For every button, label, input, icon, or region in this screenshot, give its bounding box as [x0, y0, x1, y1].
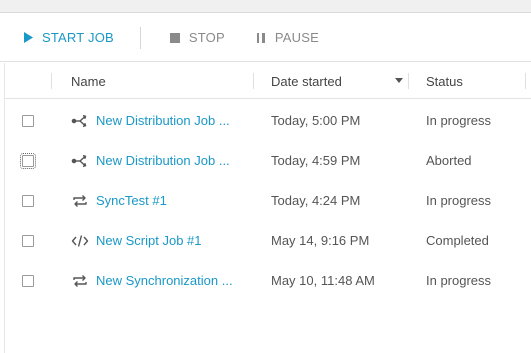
row-checkbox[interactable] [22, 115, 34, 127]
stop-icon [169, 32, 181, 44]
table-row[interactable]: New Distribution Job ... Today, 5:00 PM … [5, 101, 531, 141]
column-header-date-started[interactable]: Date started [271, 63, 405, 99]
start-job-button[interactable]: START JOB [0, 14, 140, 61]
job-toolbar: START JOB STOP PAUSE [0, 14, 531, 62]
table-row[interactable]: SyncTest #1 Today, 4:24 PM In progress [5, 181, 531, 221]
job-name-link[interactable]: New Synchronization ... [96, 261, 246, 301]
distribution-icon [71, 153, 89, 169]
pause-label: PAUSE [274, 30, 319, 45]
stop-button[interactable]: STOP [141, 14, 255, 61]
column-separator [51, 73, 52, 89]
play-icon [22, 32, 34, 44]
job-status: Aborted [426, 153, 472, 168]
job-status: In progress [426, 273, 492, 288]
column-separator [525, 73, 526, 89]
script-icon [71, 233, 89, 249]
pause-button[interactable]: PAUSE [255, 14, 319, 61]
column-header-name[interactable]: Name [71, 63, 106, 99]
table-row[interactable]: New Synchronization ... May 10, 11:48 AM… [5, 261, 531, 301]
column-header-date-label: Date started [271, 73, 342, 89]
column-separator [253, 73, 254, 89]
column-header-status[interactable]: Status [426, 63, 463, 99]
job-date-started: Today, 5:00 PM [271, 113, 361, 128]
jobs-table-body: New Distribution Job ... Today, 5:00 PM … [5, 101, 531, 301]
row-checkbox[interactable] [22, 195, 34, 207]
table-row[interactable]: New Script Job #1 May 14, 9:16 PM Comple… [5, 221, 531, 261]
job-name-link[interactable]: New Distribution Job ... [96, 101, 246, 141]
row-checkbox[interactable] [20, 153, 36, 169]
job-name-link[interactable]: SyncTest #1 [96, 181, 246, 221]
job-date-started: Today, 4:24 PM [271, 193, 361, 208]
window-top-strip [0, 0, 531, 13]
row-checkbox[interactable] [22, 275, 34, 287]
job-name-link[interactable]: New Script Job #1 [96, 221, 246, 261]
sync-icon [71, 193, 89, 209]
job-date-started: May 14, 9:16 PM [271, 233, 370, 248]
pause-icon [255, 32, 267, 44]
table-row[interactable]: New Distribution Job ... Today, 4:59 PM … [5, 141, 531, 181]
sync-icon [71, 273, 89, 289]
job-date-started: May 10, 11:48 AM [271, 273, 375, 288]
row-checkbox[interactable] [22, 235, 34, 247]
stop-label: STOP [188, 30, 225, 45]
job-date-started: Today, 4:59 PM [271, 153, 361, 168]
start-job-label: START JOB [42, 30, 114, 45]
job-status: In progress [426, 193, 492, 208]
distribution-icon [71, 113, 89, 129]
job-name-link[interactable]: New Distribution Job ... [96, 141, 246, 181]
sort-descending-icon[interactable] [395, 78, 403, 83]
job-status: In progress [426, 113, 492, 128]
column-separator [408, 73, 409, 89]
job-status: Completed [426, 233, 489, 248]
table-header: Name Date started Status [5, 63, 531, 99]
